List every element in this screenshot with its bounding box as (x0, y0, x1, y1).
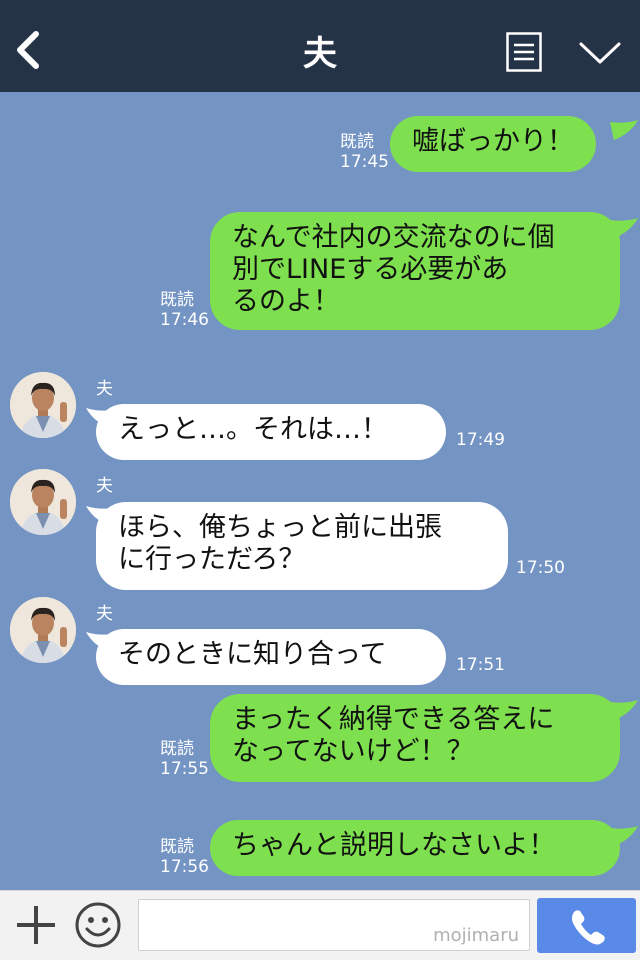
chat-header: 夫 (0, 0, 640, 92)
read-receipt: 既読 17:45 (340, 132, 389, 172)
received-message-bubble[interactable]: そのときに知り合って (96, 629, 446, 685)
sender-name: 夫 (96, 604, 113, 624)
bubble-tail (610, 700, 638, 720)
read-label: 既読 (160, 290, 194, 310)
message-time: 17:50 (516, 558, 565, 578)
bubble-tail (610, 120, 638, 140)
smiley-icon (75, 902, 121, 948)
plus-icon (17, 906, 55, 944)
sender-name: 夫 (96, 379, 113, 399)
man-portrait-icon (10, 372, 76, 438)
collapse-button[interactable] (578, 38, 622, 68)
sent-message-bubble[interactable]: 嘘ばっかり！ (390, 116, 596, 172)
read-label: 既読 (340, 132, 374, 152)
avatar[interactable] (10, 597, 76, 663)
bubble-tail (610, 218, 638, 238)
emoji-button[interactable] (74, 901, 122, 949)
read-receipt: 既読 17:55 (160, 739, 209, 779)
message-input[interactable]: mojimaru (138, 899, 530, 951)
message-time: 17:55 (160, 759, 209, 779)
read-receipt: 既読 17:56 (160, 837, 209, 877)
watermark-text: mojimaru (433, 925, 519, 946)
avatar[interactable] (10, 469, 76, 535)
man-portrait-icon (10, 597, 76, 663)
sender-name: 夫 (96, 476, 113, 496)
message-time: 17:51 (456, 655, 505, 675)
message-time: 17:49 (456, 430, 505, 450)
sent-message-bubble[interactable]: まったく納得できる答えに なってないけど！？ (210, 694, 620, 782)
bubble-tail (610, 826, 638, 846)
input-bar: mojimaru (0, 890, 640, 960)
call-button[interactable] (537, 898, 636, 953)
message-time: 17:45 (340, 152, 389, 172)
read-receipt: 既読 17:46 (160, 290, 209, 330)
man-portrait-icon (10, 469, 76, 535)
chat-area[interactable]: 既読 17:45 嘘ばっかり！ 既読 17:46 なんで社内の交流なのに個 別で… (0, 92, 640, 890)
back-button[interactable] (14, 30, 46, 70)
message-time: 17:56 (160, 857, 209, 877)
notes-icon (506, 32, 542, 72)
read-label: 既読 (160, 837, 194, 857)
sent-message-bubble[interactable]: ちゃんと説明しなさいよ！ (210, 820, 620, 876)
received-message-bubble[interactable]: ほら、俺ちょっと前に出張 に行っただろ？ (96, 502, 508, 590)
chevron-down-icon (579, 42, 621, 64)
chat-title: 夫 (303, 34, 337, 74)
received-message-bubble[interactable]: えっと…。それは…！ (96, 404, 446, 460)
avatar[interactable] (10, 372, 76, 438)
phone-icon (572, 910, 605, 945)
notes-button[interactable] (506, 32, 542, 72)
message-time: 17:46 (160, 310, 209, 330)
read-label: 既読 (160, 739, 194, 759)
chevron-left-icon (17, 31, 39, 69)
sent-message-bubble[interactable]: なんで社内の交流なのに個 別でLINEする必要があ るのよ！ (210, 212, 620, 330)
add-button[interactable] (14, 903, 58, 947)
